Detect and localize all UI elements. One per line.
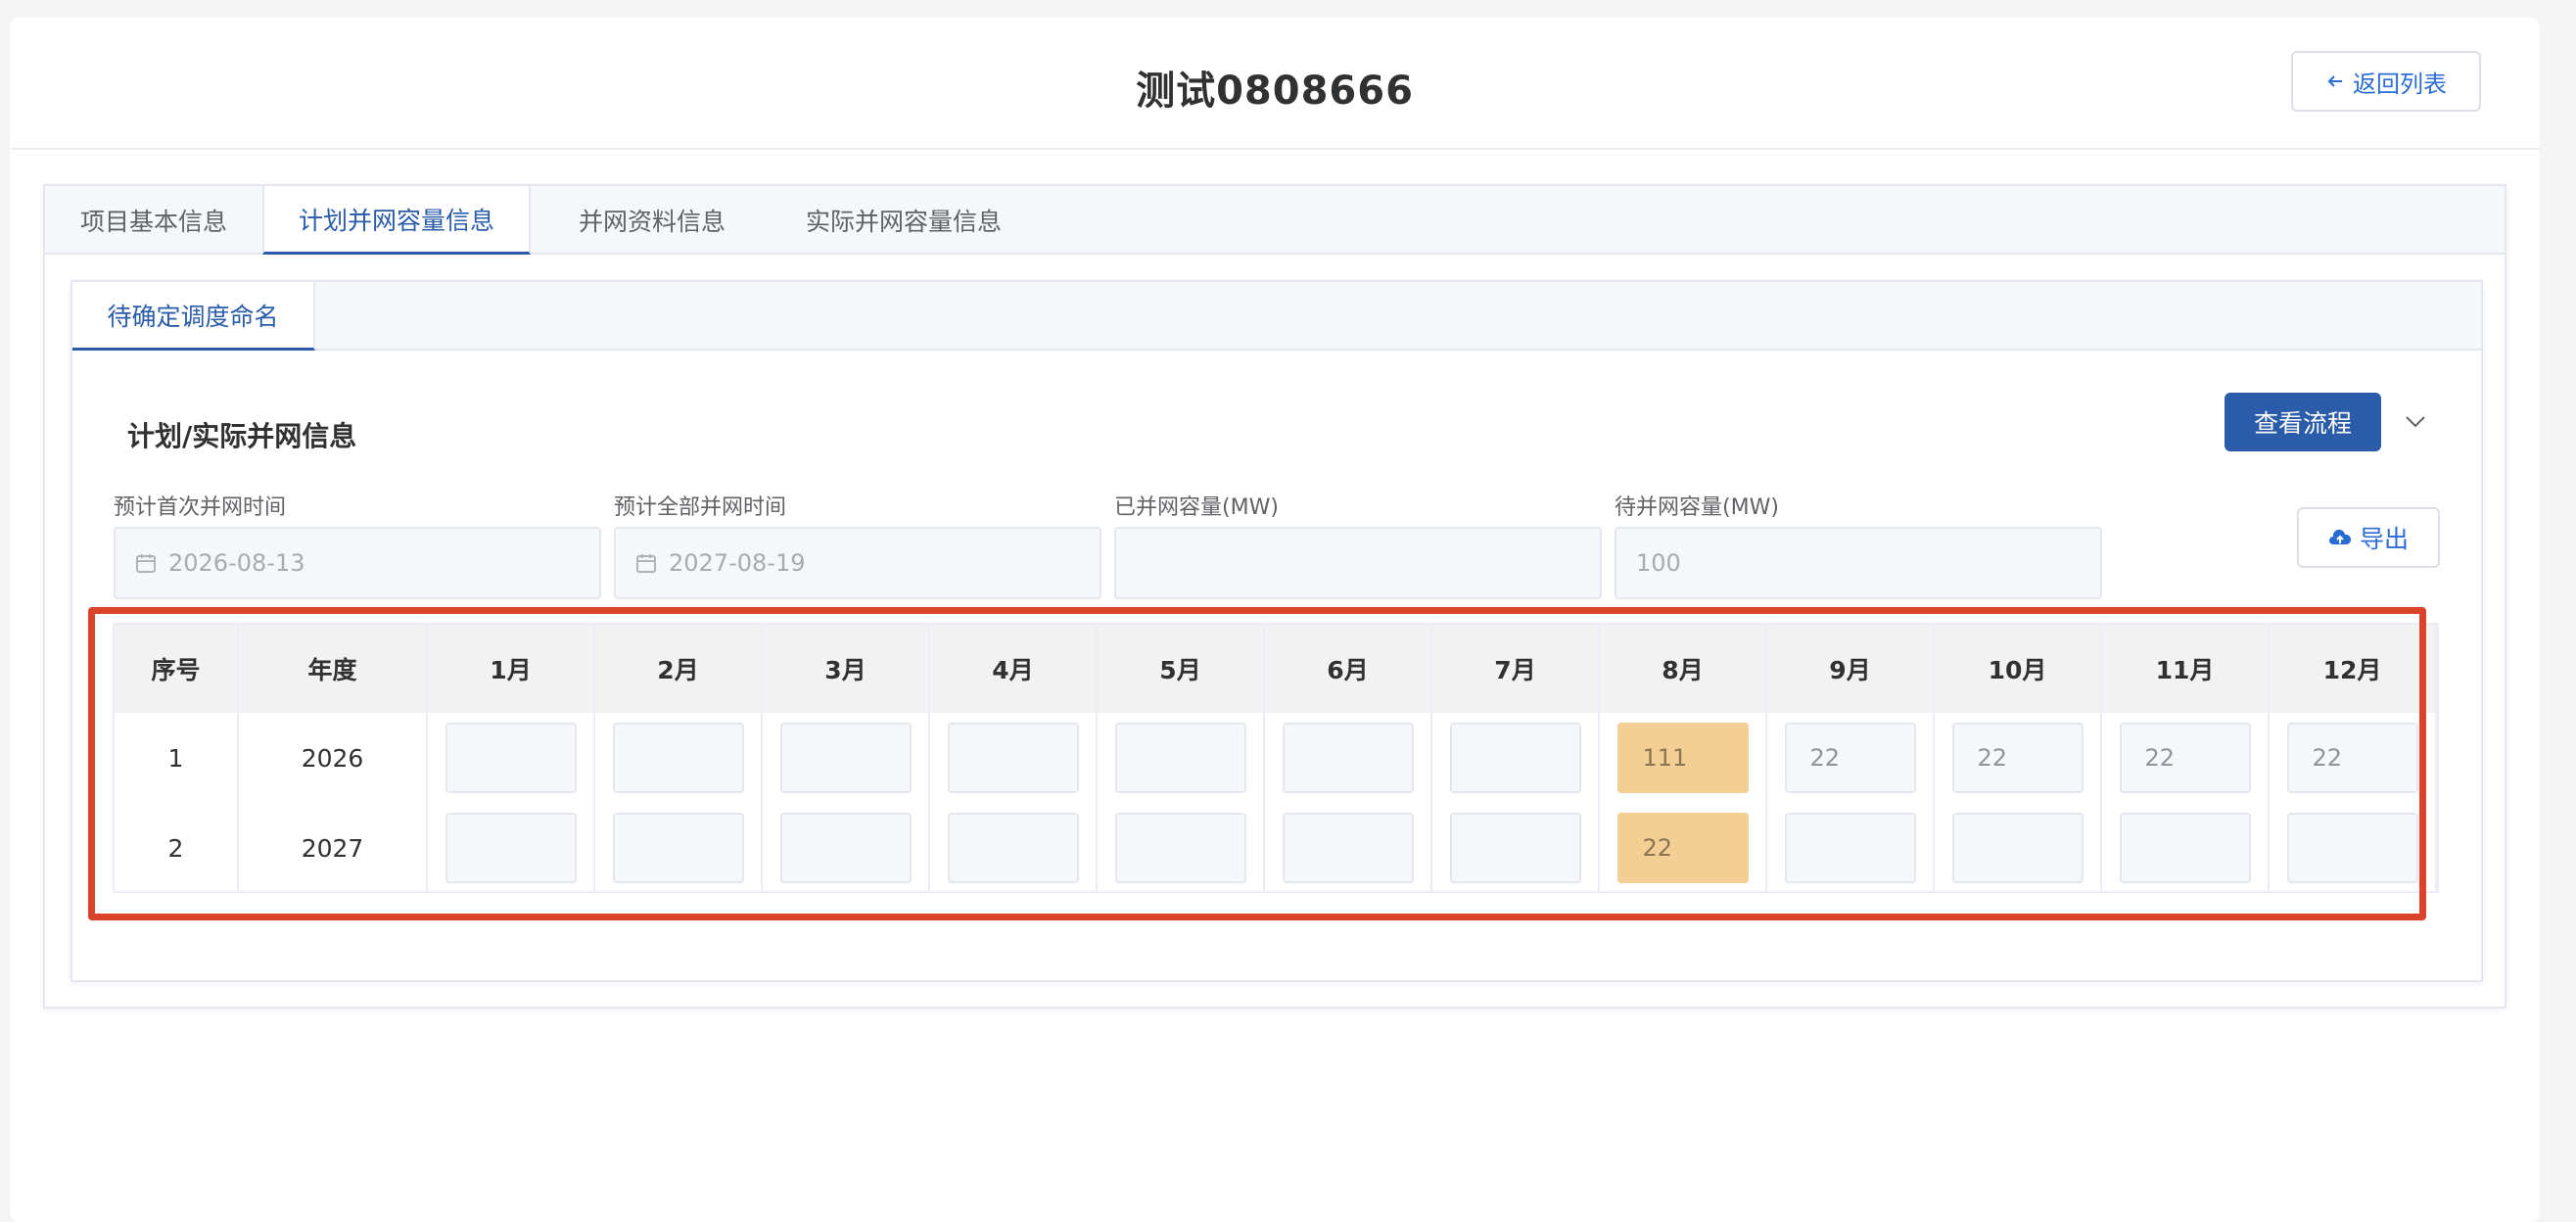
full-grid-time-input[interactable]: 2027-08-19 (614, 527, 1101, 599)
first-grid-time-input[interactable]: 2026-08-13 (114, 527, 601, 599)
section-title: 计划/实际并网信息 (127, 420, 357, 452)
connected-capacity-input[interactable] (1114, 527, 1602, 599)
calendar-icon (136, 554, 156, 573)
back-to-list-button[interactable]: 返回列表 (2291, 51, 2481, 112)
sub-tab-pending-dispatch-name[interactable]: 待确定调度命名 (72, 282, 315, 351)
view-flow-button[interactable]: 查看流程 (2225, 393, 2381, 451)
sub-tab-bar: 待确定调度命名 (72, 282, 2481, 351)
pending-capacity-label: 待并网容量(MW) (1615, 495, 1779, 520)
back-to-list-label: 返回列表 (2353, 70, 2447, 98)
tab-planned-capacity-info[interactable]: 计划并网容量信息 (262, 186, 531, 255)
pending-capacity-input[interactable]: 100 (1615, 527, 2102, 599)
first-grid-time-label: 预计首次并网时间 (114, 495, 287, 520)
tab-grid-documents-info[interactable]: 并网资料信息 (544, 186, 760, 255)
export-label: 导出 (2359, 525, 2409, 553)
tab-actual-capacity-info[interactable]: 实际并网容量信息 (770, 186, 1038, 255)
tab-bar: 项目基本信息 计划并网容量信息 并网资料信息 实际并网容量信息 (45, 186, 2505, 255)
first-grid-time-value: 2026-08-13 (168, 549, 305, 577)
chevron-down-icon[interactable] (2401, 407, 2430, 437)
full-grid-time-value: 2027-08-19 (669, 549, 806, 577)
cloud-upload-icon (2328, 529, 2352, 544)
arrow-left-icon (2327, 75, 2342, 87)
tab-project-basic-info[interactable]: 项目基本信息 (45, 186, 262, 255)
highlight-annotation (88, 607, 2426, 920)
calendar-icon (636, 554, 656, 573)
export-button[interactable]: 导出 (2297, 507, 2440, 568)
pending-capacity-value: 100 (1636, 549, 1681, 577)
connected-capacity-label: 已并网容量(MW) (1114, 495, 1279, 520)
header: 测试0808666 返回列表 (10, 18, 2540, 150)
page-title: 测试0808666 (1136, 69, 1414, 114)
full-grid-time-label: 预计全部并网时间 (614, 495, 787, 520)
